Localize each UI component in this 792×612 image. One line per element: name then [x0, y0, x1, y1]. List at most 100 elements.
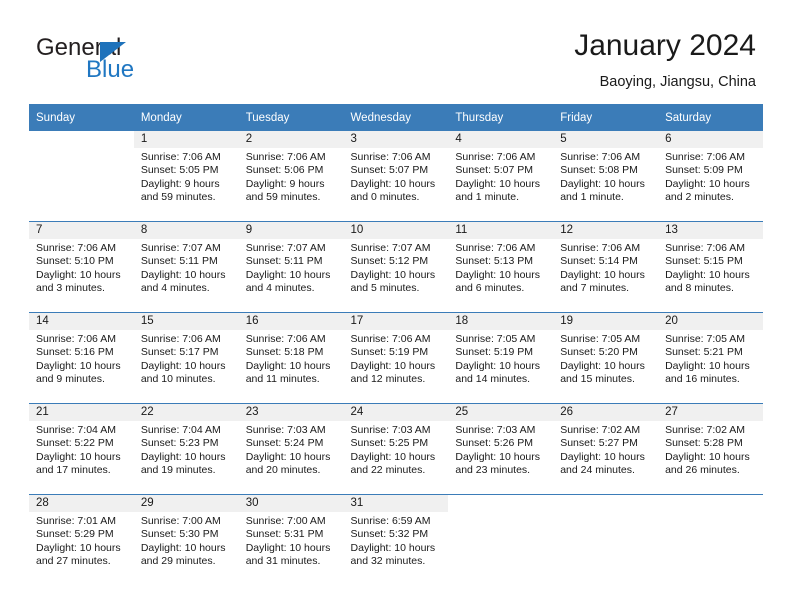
- daylight-text-line1: Daylight: 10 hours: [560, 268, 645, 281]
- daylight-text-line2: and 20 minutes.: [245, 464, 321, 477]
- calendar-day-cell[interactable]: 9 Sunrise: 7:07 AM Sunset: 5:11 PM Daylight…: [238, 221, 344, 313]
- calendar-day-cell[interactable]: 21 Sunrise: 7:04 AM Sunset: 5:22 PM Dayligh…: [29, 403, 134, 495]
- day-cell-inner: 7 Sunrise: 7:06 AM Sunset: 5:10 PM Daylight…: [29, 222, 134, 312]
- calendar-day-cell[interactable]: 14 Sunrise: 7:06 AM Sunset: 5:16 PM Dayligh…: [29, 312, 134, 404]
- day-cell-details: Sunrise: 7:06 AM Sunset: 5:05 PM Daylight:…: [134, 148, 239, 205]
- calendar-day-cell[interactable]: 25 Sunrise: 7:03 AM Sunset: 5:26 PM Dayligh…: [448, 403, 554, 495]
- calendar-day-cell[interactable]: 31 Sunrise: 6:59 AM Sunset: 5:32 PM Dayligh…: [343, 494, 449, 585]
- day-cell-inner: 24 Sunrise: 7:03 AM Sunset: 5:25 PM Dayligh…: [343, 404, 449, 494]
- sunset-text: Sunset: 5:24 PM: [245, 437, 324, 450]
- calendar-day-cell[interactable]: 8 Sunrise: 7:07 AM Sunset: 5:11 PM Daylight…: [133, 221, 239, 313]
- day-cell-details: Sunrise: 7:06 AM Sunset: 5:06 PM Daylight:…: [239, 148, 344, 205]
- day-number: 28: [29, 495, 134, 512]
- daylight-text-line2: and 10 minutes.: [140, 373, 216, 386]
- calendar-day-cell[interactable]: 17 Sunrise: 7:06 AM Sunset: 5:19 PM Dayligh…: [343, 312, 449, 404]
- daylight-text-line1: Daylight: 10 hours: [665, 177, 750, 190]
- calendar-day-cell[interactable]: 22 Sunrise: 7:04 AM Sunset: 5:23 PM Dayligh…: [133, 403, 239, 495]
- sunset-text: Sunset: 5:09 PM: [665, 164, 743, 177]
- calendar-day-cell[interactable]: 19 Sunrise: 7:05 AM Sunset: 5:20 PM Dayligh…: [553, 312, 659, 404]
- day-cell-inner: 18 Sunrise: 7:05 AM Sunset: 5:19 PM Dayligh…: [448, 313, 554, 403]
- sunset-text: Sunset: 5:06 PM: [245, 164, 324, 177]
- sunset-text: Sunset: 5:13 PM: [455, 255, 534, 268]
- weekday-header-thursday: Thursday: [448, 104, 554, 131]
- sunrise-text: Sunrise: 7:06 AM: [245, 151, 326, 163]
- day-cell-details: Sunrise: 7:04 AM Sunset: 5:23 PM Daylight:…: [134, 421, 239, 478]
- calendar-day-cell[interactable]: 7 Sunrise: 7:06 AM Sunset: 5:10 PM Daylight…: [29, 221, 134, 313]
- sunset-text: Sunset: 5:30 PM: [140, 528, 219, 541]
- day-number: 12: [553, 222, 659, 239]
- sunrise-text: Sunrise: 7:06 AM: [560, 242, 641, 254]
- calendar-day-cell[interactable]: 6 Sunrise: 7:06 AM Sunset: 5:09 PM Daylight…: [658, 131, 763, 222]
- day-cell-inner: 23 Sunrise: 7:03 AM Sunset: 5:24 PM Dayligh…: [238, 404, 344, 494]
- day-cell-details: Sunrise: 7:06 AM Sunset: 5:16 PM Daylight:…: [29, 330, 134, 387]
- sunrise-text: Sunrise: 7:05 AM: [665, 333, 746, 345]
- calendar-day-cell[interactable]: 2 Sunrise: 7:06 AM Sunset: 5:06 PM Daylight…: [238, 131, 344, 222]
- calendar-day-cell-empty: [658, 494, 763, 585]
- daylight-text-line1: Daylight: 10 hours: [245, 359, 331, 372]
- calendar-day-cell[interactable]: 20 Sunrise: 7:05 AM Sunset: 5:21 PM Dayligh…: [658, 312, 763, 404]
- day-cell-inner: [658, 495, 763, 585]
- daylight-text-line2: and 16 minutes.: [665, 373, 740, 386]
- day-cell-inner: 3 Sunrise: 7:06 AM Sunset: 5:07 PM Daylight…: [343, 131, 449, 221]
- calendar-header-row: Sunday Monday Tuesday Wednesday Thursday…: [29, 104, 763, 131]
- calendar-day-cell[interactable]: 13 Sunrise: 7:06 AM Sunset: 5:15 PM Dayligh…: [658, 221, 763, 313]
- calendar-day-cell-empty: [29, 131, 134, 222]
- sunset-text: Sunset: 5:22 PM: [36, 437, 114, 450]
- calendar-day-cell[interactable]: 12 Sunrise: 7:06 AM Sunset: 5:14 PM Dayligh…: [553, 221, 659, 313]
- calendar-day-cell[interactable]: 18 Sunrise: 7:05 AM Sunset: 5:19 PM Dayligh…: [448, 312, 554, 404]
- daylight-text-line2: and 0 minutes.: [350, 191, 420, 204]
- sunrise-text: Sunrise: 7:00 AM: [245, 515, 326, 527]
- weekday-header-monday: Monday: [133, 104, 239, 131]
- calendar-day-cell[interactable]: 26 Sunrise: 7:02 AM Sunset: 5:27 PM Dayligh…: [553, 403, 659, 495]
- sunset-text: Sunset: 5:12 PM: [350, 255, 429, 268]
- day-cell-inner: 6 Sunrise: 7:06 AM Sunset: 5:09 PM Daylight…: [658, 131, 763, 221]
- day-number: 15: [133, 313, 239, 330]
- daylight-text-line2: and 14 minutes.: [455, 373, 531, 386]
- sunset-text: Sunset: 5:27 PM: [560, 437, 638, 450]
- sunset-text: Sunset: 5:14 PM: [560, 255, 638, 268]
- day-cell-inner: [553, 495, 659, 585]
- day-cell-inner: 5 Sunrise: 7:06 AM Sunset: 5:08 PM Daylight…: [553, 131, 659, 221]
- calendar-day-cell[interactable]: 1 Sunrise: 7:06 AM Sunset: 5:05 PM Daylight…: [133, 131, 239, 222]
- daylight-text-line1: Daylight: 10 hours: [36, 450, 121, 463]
- daylight-text-line2: and 3 minutes.: [36, 282, 105, 295]
- day-cell-details: Sunrise: 7:06 AM Sunset: 5:07 PM Daylight:…: [448, 148, 553, 205]
- calendar-day-cell[interactable]: 5 Sunrise: 7:06 AM Sunset: 5:08 PM Daylight…: [553, 131, 659, 222]
- daylight-text-line2: and 26 minutes.: [665, 464, 740, 477]
- calendar-day-cell[interactable]: 23 Sunrise: 7:03 AM Sunset: 5:24 PM Dayligh…: [238, 403, 344, 495]
- calendar-day-cell[interactable]: 29 Sunrise: 7:00 AM Sunset: 5:30 PM Dayligh…: [133, 494, 239, 585]
- general-blue-logo[interactable]: General Blue: [36, 34, 236, 90]
- calendar-day-cell[interactable]: 10 Sunrise: 7:07 AM Sunset: 5:12 PM Dayligh…: [343, 221, 449, 313]
- calendar-day-cell[interactable]: 15 Sunrise: 7:06 AM Sunset: 5:17 PM Dayligh…: [133, 312, 239, 404]
- daylight-text-line2: and 27 minutes.: [36, 555, 111, 568]
- daylight-text-line2: and 8 minutes.: [665, 282, 734, 295]
- calendar-day-cell[interactable]: 16 Sunrise: 7:06 AM Sunset: 5:18 PM Dayligh…: [238, 312, 344, 404]
- calendar-day-cell[interactable]: 11 Sunrise: 7:06 AM Sunset: 5:13 PM Dayligh…: [448, 221, 554, 313]
- day-number: 19: [553, 313, 659, 330]
- weekday-header-friday: Friday: [553, 104, 659, 131]
- calendar-day-cell[interactable]: 28 Sunrise: 7:01 AM Sunset: 5:29 PM Dayligh…: [29, 494, 134, 585]
- day-number: [658, 495, 763, 512]
- calendar-day-cell-empty: [553, 494, 659, 585]
- day-cell-details: Sunrise: 7:00 AM Sunset: 5:30 PM Daylight:…: [134, 512, 239, 569]
- calendar-day-cell[interactable]: 4 Sunrise: 7:06 AM Sunset: 5:07 PM Daylight…: [448, 131, 554, 222]
- calendar-day-cell[interactable]: 3 Sunrise: 7:06 AM Sunset: 5:07 PM Daylight…: [343, 131, 449, 222]
- day-number: 21: [29, 404, 134, 421]
- day-cell-inner: 16 Sunrise: 7:06 AM Sunset: 5:18 PM Dayligh…: [238, 313, 344, 403]
- calendar-day-cell[interactable]: 27 Sunrise: 7:02 AM Sunset: 5:28 PM Dayligh…: [658, 403, 763, 495]
- daylight-text-line2: and 5 minutes.: [350, 282, 420, 295]
- page-header: General Blue January 2024 Baoying, Jiang…: [0, 0, 792, 100]
- day-cell-details: Sunrise: 7:02 AM Sunset: 5:27 PM Daylight:…: [553, 421, 658, 478]
- day-number: 11: [448, 222, 554, 239]
- sunrise-text: Sunrise: 7:07 AM: [140, 242, 221, 254]
- daylight-text-line1: Daylight: 9 hours: [245, 177, 325, 190]
- day-number: 10: [343, 222, 449, 239]
- day-cell-inner: [448, 495, 554, 585]
- sunrise-text: Sunrise: 7:05 AM: [455, 333, 536, 345]
- calendar-day-cell[interactable]: 24 Sunrise: 7:03 AM Sunset: 5:25 PM Dayligh…: [343, 403, 449, 495]
- calendar-day-cell[interactable]: 30 Sunrise: 7:00 AM Sunset: 5:31 PM Dayligh…: [238, 494, 344, 585]
- day-cell-inner: 31 Sunrise: 6:59 AM Sunset: 5:32 PM Dayligh…: [343, 495, 449, 585]
- day-cell-details: Sunrise: 7:03 AM Sunset: 5:26 PM Daylight:…: [448, 421, 553, 478]
- day-number: [29, 131, 134, 148]
- day-cell-details: Sunrise: 7:03 AM Sunset: 5:25 PM Daylight:…: [344, 421, 449, 478]
